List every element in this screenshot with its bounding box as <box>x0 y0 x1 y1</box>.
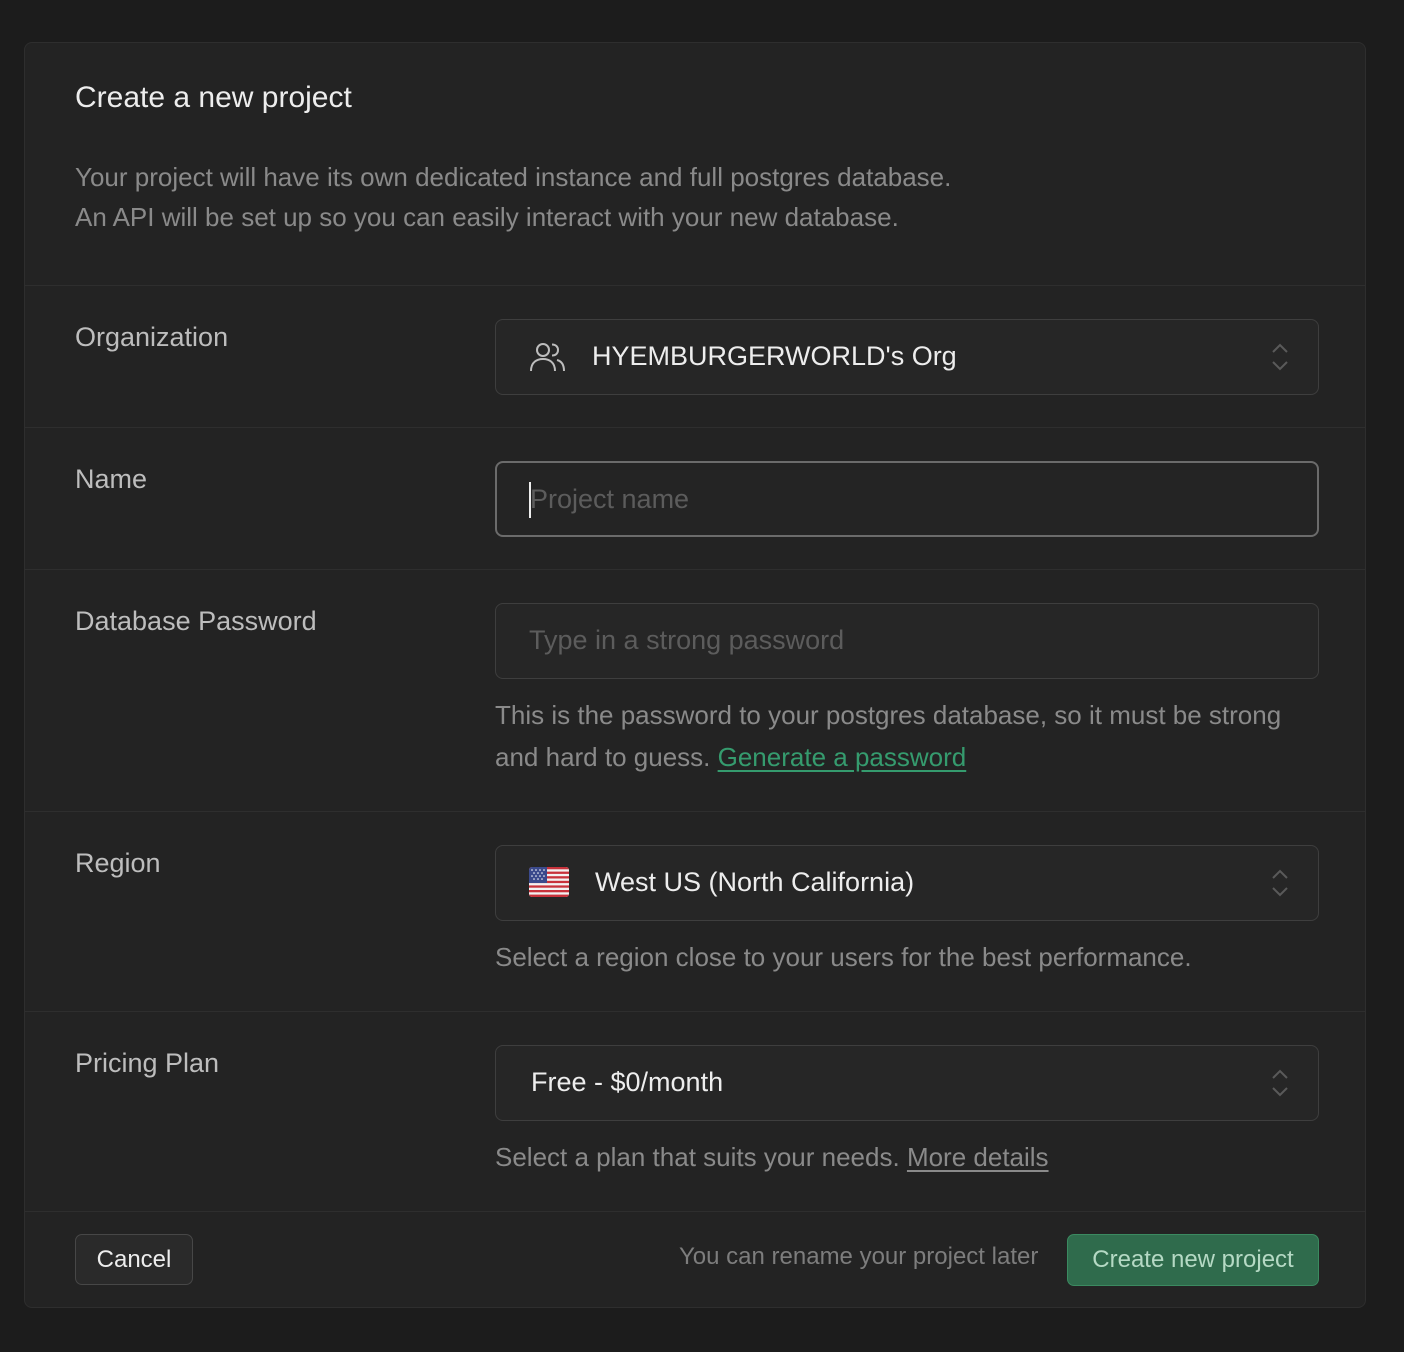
more-details-link[interactable]: More details <box>907 1142 1049 1172</box>
name-label: Name <box>75 464 148 494</box>
description-line-1: Your project will have its own dedicated… <box>75 162 952 192</box>
password-input[interactable]: Type in a strong password <box>495 603 1319 679</box>
region-value: West US (North California) <box>595 867 915 897</box>
dialog-header: Create a new project Your project will h… <box>25 43 1365 286</box>
project-name-input[interactable]: Project name <box>495 461 1319 537</box>
password-label: Database Password <box>75 606 317 636</box>
pricing-label: Pricing Plan <box>75 1048 220 1078</box>
users-icon <box>530 343 565 372</box>
chevron-up-down-icon <box>1272 1069 1288 1097</box>
password-help: This is the password to your postgres da… <box>495 694 1295 778</box>
organization-label: Organization <box>75 322 229 352</box>
organization-row: Organization HYEMBURGERWORLD's Org <box>25 286 1365 428</box>
organization-select[interactable]: HYEMBURGERWORLD's Org <box>495 319 1319 395</box>
us-flag-icon <box>529 867 569 897</box>
dialog-footer: Cancel You can rename your project later… <box>25 1211 1365 1309</box>
region-help: Select a region close to your users for … <box>495 942 1192 972</box>
pricing-plan-value: Free - $0/month <box>531 1067 724 1097</box>
pricing-help: Select a plan that suits your needs. Mor… <box>495 1136 1049 1178</box>
create-project-button[interactable]: Create new project <box>1067 1234 1319 1286</box>
name-row: Name Project name <box>25 428 1365 570</box>
create-project-dialog: Create a new project Your project will h… <box>24 42 1366 1308</box>
password-placeholder: Type in a strong password <box>529 625 845 655</box>
rename-note: You can rename your project later <box>679 1243 1039 1270</box>
pricing-help-text: Select a plan that suits your needs. <box>495 1142 900 1172</box>
cancel-button[interactable]: Cancel <box>75 1234 193 1285</box>
region-select[interactable]: West US (North California) <box>495 845 1319 921</box>
description-line-2: An API will be set up so you can easily … <box>75 202 899 232</box>
region-label: Region <box>75 848 161 878</box>
pricing-row: Pricing Plan Free - $0/month Select a pl… <box>25 1012 1365 1212</box>
chevron-up-down-icon <box>1272 343 1288 371</box>
dialog-title: Create a new project <box>75 81 352 114</box>
dialog-description: Your project will have its own dedicated… <box>75 157 951 237</box>
pricing-plan-select[interactable]: Free - $0/month <box>495 1045 1319 1121</box>
chevron-up-down-icon <box>1272 869 1288 897</box>
organization-value: HYEMBURGERWORLD's Org <box>592 341 957 371</box>
region-row: Region West US (North California) Select… <box>25 812 1365 1012</box>
password-row: Database Password Type in a strong passw… <box>25 570 1365 812</box>
project-name-placeholder: Project name <box>530 484 690 514</box>
generate-password-link[interactable]: Generate a password <box>718 742 967 772</box>
